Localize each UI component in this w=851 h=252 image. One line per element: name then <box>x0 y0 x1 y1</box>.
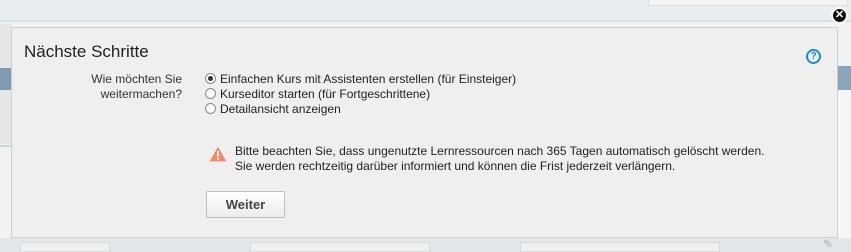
background-footer-cell <box>250 242 430 252</box>
option-simple-course-label: Einfachen Kurs mit Assistenten erstellen… <box>220 71 517 86</box>
background-right-tab <box>838 66 851 90</box>
background-right-panel <box>838 90 851 240</box>
close-x-icon[interactable]: ✕ <box>831 7 848 24</box>
radio-detail-view[interactable] <box>205 103 216 114</box>
warning-message: Bitte beachten Sie, dass ungenutzte Lern… <box>235 144 764 174</box>
option-simple-course[interactable]: Einfachen Kurs mit Assistenten erstellen… <box>205 71 516 86</box>
background-footer-cell <box>20 242 110 252</box>
option-course-editor-label: Kurseditor starten (für Fortgeschrittene… <box>220 86 431 101</box>
warning-message-line1: Bitte beachten Sie, dass ungenutzte Lern… <box>235 144 765 158</box>
question-label: Wie möchten Sie weitermachen? <box>91 72 182 102</box>
dialog-title: Nächste Schritte <box>24 42 149 61</box>
next-steps-dialog: Nächste Schritte ? Wie möchten Sie weite… <box>11 27 838 238</box>
warning-triangle-icon <box>209 146 227 162</box>
background-edit-icon: ✎ <box>823 237 834 251</box>
question-label-line1: Wie möchten Sie <box>91 72 182 86</box>
background-header-box <box>648 0 848 6</box>
options-radio-group: Einfachen Kurs mit Assistenten erstellen… <box>205 71 516 116</box>
warning-message-line2: Sie werden rechtzeitig darüber informier… <box>235 159 676 173</box>
question-circle-icon[interactable]: ? <box>806 49 821 64</box>
background-footer-cell <box>520 242 720 252</box>
radio-simple-course[interactable] <box>205 73 216 84</box>
radio-course-editor[interactable] <box>205 88 216 99</box>
option-course-editor[interactable]: Kurseditor starten (für Fortgeschrittene… <box>205 86 516 101</box>
question-label-line2: weitermachen? <box>100 87 182 101</box>
next-button[interactable]: Weiter <box>206 191 285 218</box>
option-detail-view-label: Detailansicht anzeigen <box>220 101 341 116</box>
option-detail-view[interactable]: Detailansicht anzeigen <box>205 101 516 116</box>
